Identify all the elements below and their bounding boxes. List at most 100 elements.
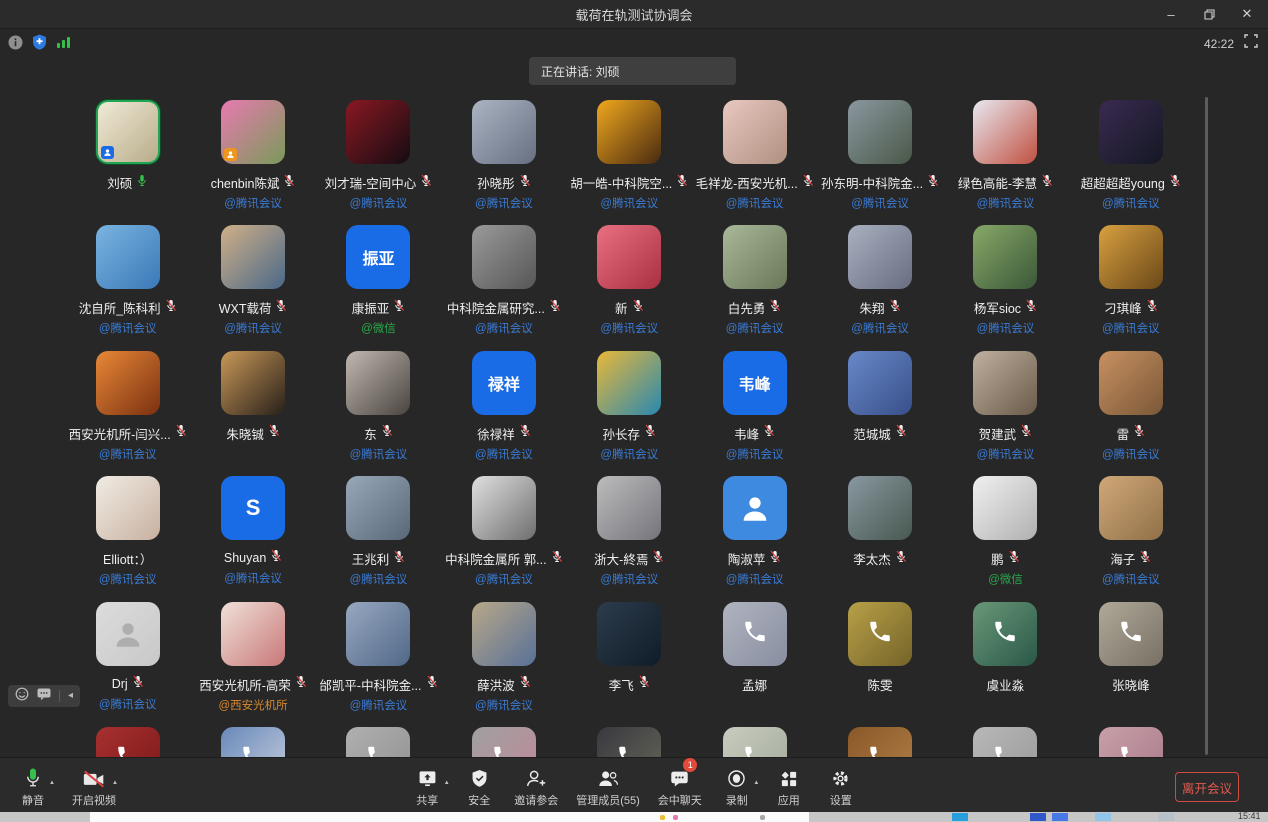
share-button[interactable]: ▲共享 [410,764,444,808]
participant-tile-cutoff[interactable] [943,727,1068,757]
participant-tile-cutoff[interactable] [65,727,190,757]
apps-button[interactable]: 应用 [772,764,806,808]
participant-tile[interactable]: 超超超超young@腾讯会议 [1068,100,1193,225]
record-button[interactable]: ▲录制 [720,764,754,808]
participant-avatar [346,351,410,415]
participant-avatar [1099,351,1163,415]
participant-avatar [973,225,1037,289]
participant-tile-cutoff[interactable] [441,727,566,757]
dropdown-caret-icon[interactable]: ▲ [444,780,450,786]
participant-tile[interactable]: 白先勇@腾讯会议 [692,225,817,350]
participant-tile[interactable]: 西安光机所-闫兴...@腾讯会议 [65,351,190,476]
participant-grid-clip: 刘硕chenbin陈斌@腾讯会议刘才瑞-空间中心@腾讯会议孙晓彤@腾讯会议胡一皓… [0,88,1268,757]
chat-button[interactable]: 1会中聊天 [658,764,702,808]
muted-mic-icon [393,299,405,312]
participant-tile[interactable]: Elliott：）@腾讯会议 [65,476,190,601]
security-button[interactable]: 安全 [462,764,496,808]
participant-tile[interactable]: SShuyan@腾讯会议 [190,476,315,601]
participant-tile-cutoff[interactable] [190,727,315,757]
participant-tile[interactable]: 朱晓铖 [190,351,315,476]
participant-tile[interactable]: 范城城 [817,351,942,476]
participant-tile[interactable]: 邰凯平-中科院金...@腾讯会议 [316,602,441,727]
participant-tile[interactable]: 毛祥龙-西安光机...@腾讯会议 [692,100,817,225]
participant-tile[interactable]: 新@腾讯会议 [567,225,692,350]
participant-tile[interactable]: 韦峰韦峰@腾讯会议 [692,351,817,476]
participant-tile[interactable]: 孙长存@腾讯会议 [567,351,692,476]
close-button[interactable]: ✕ [1232,2,1262,26]
restore-button[interactable] [1194,2,1224,26]
participant-tile[interactable]: 雷@腾讯会议 [1068,351,1193,476]
participant-tile[interactable]: 胡一皓-中科院空...@腾讯会议 [567,100,692,225]
participant-platform-label: @腾讯会议 [475,195,533,211]
minimize-button[interactable]: – [1156,2,1186,26]
participant-tile-cutoff[interactable] [692,727,817,757]
participant-tile[interactable]: 张晓峰 [1068,602,1193,727]
participant-tile[interactable]: 鹏@微信 [943,476,1068,601]
participant-tile[interactable]: Drj@腾讯会议 [65,602,190,727]
participant-tile[interactable]: 孙东明-中科院金...@腾讯会议 [817,100,942,225]
participant-tile[interactable]: 刁琪峰@腾讯会议 [1068,225,1193,350]
participant-tile[interactable]: 贺建武@腾讯会议 [943,351,1068,476]
participant-platform-label: @腾讯会议 [726,446,784,462]
participant-avatar [973,602,1037,666]
participant-tile[interactable]: 刘硕 [65,100,190,225]
participant-tile[interactable]: 中科院金属所 郭...@腾讯会议 [441,476,566,601]
participant-tile[interactable]: 东@腾讯会议 [316,351,441,476]
participant-tile[interactable]: WXT载荷@腾讯会议 [190,225,315,350]
phone-call-icon [491,743,517,757]
participant-tile-cutoff[interactable] [817,727,942,757]
manage-members-button[interactable]: 管理成员(55) [576,764,640,808]
participant-tile-cutoff[interactable] [316,727,441,757]
participant-name: chenbin陈斌 [211,173,280,192]
participant-tile[interactable]: 李飞 [567,602,692,727]
participant-tile[interactable]: 中科院金属研究...@腾讯会议 [441,225,566,350]
collapse-pill-icon[interactable]: ◂ [68,691,73,701]
emoji-reaction-icon[interactable] [15,687,29,706]
participant-name: 李飞 [609,675,634,694]
participant-tile[interactable]: 沈自所_陈科利@腾讯会议 [65,225,190,350]
invite-button[interactable]: 邀请参会 [514,764,558,808]
participant-tile-cutoff[interactable] [567,727,692,757]
participant-tile[interactable]: 陈雯 [817,602,942,727]
participant-tile[interactable]: 孙晓彤@腾讯会议 [441,100,566,225]
participant-tile[interactable]: 浙大-終焉@腾讯会议 [567,476,692,601]
participant-tile[interactable]: 陶淑苹@腾讯会议 [692,476,817,601]
participant-avatar [346,727,410,757]
participant-avatar [848,351,912,415]
fullscreen-icon[interactable] [1244,34,1258,53]
meeting-info-icon[interactable] [8,35,23,55]
participant-tile[interactable]: 孟娜 [692,602,817,727]
network-signal-icon[interactable] [56,35,71,54]
participant-avatar: 韦峰 [723,351,787,415]
windows-taskbar[interactable]: 15:41 [0,812,1268,822]
participant-tile[interactable]: 薛洪波@腾讯会议 [441,602,566,727]
leave-meeting-button[interactable]: 离开会议 [1175,772,1239,802]
participant-avatar [96,476,160,540]
quick-actions-pill: ◂ [8,685,80,707]
participant-tile[interactable]: 虞业淼 [943,602,1068,727]
dropdown-caret-icon[interactable]: ▲ [753,780,759,786]
participant-tile[interactable]: 禄祥徐禄祥@腾讯会议 [441,351,566,476]
participant-tile[interactable]: chenbin陈斌@腾讯会议 [190,100,315,225]
participant-tile[interactable]: 绿色高能-李慧@腾讯会议 [943,100,1068,225]
participant-tile[interactable]: 李太杰 [817,476,942,601]
participant-avatar [96,602,160,666]
phone-participant-overlay [1118,618,1144,649]
participant-tile[interactable]: 杨军sioc@腾讯会议 [943,225,1068,350]
participant-tile[interactable]: 朱翔@腾讯会议 [817,225,942,350]
participant-tile-cutoff[interactable] [1068,727,1193,757]
participant-platform-label: @腾讯会议 [1102,320,1160,336]
grid-scrollbar[interactable] [1205,97,1208,755]
participant-tile[interactable]: 海子@腾讯会议 [1068,476,1193,601]
muted-mic-icon [889,299,901,312]
participant-tile[interactable]: 刘才瑞-空间中心@腾讯会议 [316,100,441,225]
settings-button[interactable]: 设置 [824,764,858,808]
muted-mic-icon [420,174,432,187]
participant-tile[interactable]: 王兆利@腾讯会议 [316,476,441,601]
participant-tile[interactable]: 西安光机所-高荣@西安光机所 [190,602,315,727]
generic-person-avatar [723,476,787,540]
quick-chat-icon[interactable] [37,687,51,705]
participant-tile[interactable]: 振亚康振亚@微信 [316,225,441,350]
encryption-shield-icon[interactable] [32,34,47,55]
participant-name: 中科院金属所 郭... [445,549,546,568]
